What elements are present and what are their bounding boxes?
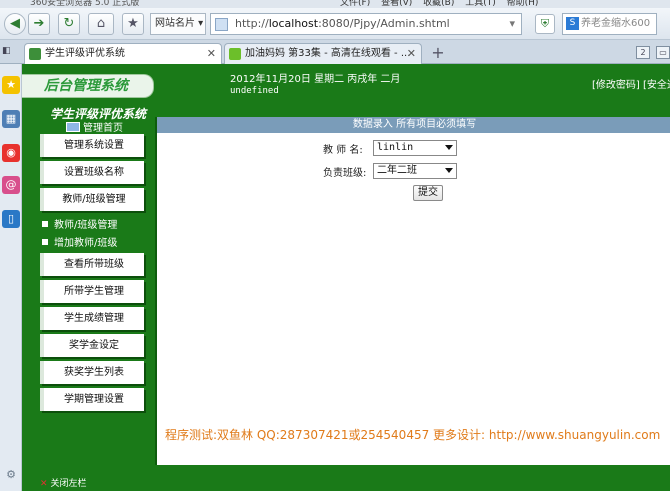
form-header: 数据录入 所有项目必须填写 [157,117,670,133]
sublink-label: 增加教师/班级 [54,238,118,249]
tab-video[interactable]: 加油妈妈 第33集 - 高清在线观看 - ... ✕ [224,43,422,64]
browser-sidebar: ★ ▦ ◉ @ ▯ ⚙ [0,64,22,491]
refresh-icon: ↻ [63,16,75,31]
app-grid-icon[interactable]: ▦ [2,110,20,128]
menu-help[interactable]: 帮助(H) [507,0,539,8]
tab-list-icon[interactable]: 2 [636,46,650,59]
monitor-icon [66,122,80,132]
home-link-label: 管理首页 [83,123,123,134]
browser-window: 360安全浏览器 5.0 正式版 文件(F) 查看(V) 收藏(B) 工具(T)… [0,0,670,491]
home-button[interactable]: ⌂ [88,13,114,35]
home-link[interactable]: 管理首页 [66,119,123,134]
address-dropdown-icon[interactable]: ▾ [509,14,515,34]
settings-gear-icon[interactable]: ⚙ [2,466,20,484]
tab-play-icon [229,48,241,60]
close-tab-icon[interactable]: ✕ [407,44,416,63]
dropdown-arrow-icon [445,145,453,150]
tab-label: 学生评级评优系统 [45,48,125,59]
search-engine-icon: S [566,17,579,30]
forward-button[interactable]: ➔ [28,13,50,35]
bullet-icon [42,239,48,245]
favorite-star-button[interactable]: ★ [122,13,144,35]
window-title: 360安全浏览器 5.0 正式版 [30,0,140,8]
sidebar-toggle-icon[interactable]: ◧ [2,46,16,59]
sublink-teacher-class-management[interactable]: 教师/班级管理 [42,216,117,231]
forward-arrow-icon: ➔ [33,16,45,31]
admin-brand-logo: 后台管理系统 [22,74,154,98]
menu-system-settings[interactable]: 管理系统设置 [40,134,144,157]
close-left-panel[interactable]: ✕ 关闭左栏 [40,476,87,489]
restore-tab-icon[interactable]: ▭ [656,46,670,59]
tab-active[interactable]: 学生评级评优系统 ✕ [24,43,222,64]
menu-scholarship-settings[interactable]: 奖学金设定 [40,334,144,357]
plus-icon: + [431,43,445,62]
class-value: 二年二班 [377,165,417,176]
back-arrow-icon: ◀ [10,16,20,31]
sublink-add-teacher-class[interactable]: 增加教师/班级 [42,234,117,249]
teacher-label: 教 师 名: [323,145,363,156]
star-icon: ★ [127,16,139,31]
mail-icon[interactable]: @ [2,176,20,194]
weibo-icon[interactable]: ◉ [2,144,20,162]
menu-teacher-class-management[interactable]: 教师/班级管理 [40,188,144,211]
menu-bar: 文件(F) 查看(V) 收藏(B) 工具(T) 帮助(H) [340,0,538,8]
browser-toolbar: ◀ ➔ ↻ ⌂ ★ 网站名片 ▾ http://localhost:8080/P… [0,8,670,40]
teacher-select[interactable]: linlin [373,140,457,156]
sublink-label: 教师/班级管理 [54,220,118,231]
home-icon: ⌂ [96,16,106,31]
menu-tools[interactable]: 工具(T) [465,0,496,8]
favorites-button[interactable]: 网站名片 ▾ [150,13,206,35]
safe-exit-link[interactable]: [安全退出] [643,80,670,91]
submit-button[interactable]: 提交 [413,185,443,201]
url-path: :8080/Pjpy/Admin.shtml [318,17,450,30]
close-tab-icon[interactable]: ✕ [207,44,216,63]
new-tab-button[interactable]: + [427,44,449,62]
shield-icon: ⛨ [540,17,550,30]
back-button[interactable]: ◀ [4,13,26,35]
class-label: 负责班级: [323,168,367,179]
url-host: localhost [268,17,319,30]
teacher-value: linlin [377,142,414,153]
top-links: [修改密码] [安全退出] [592,76,670,91]
favorites-label: 网站名片 [155,18,195,29]
menu-view-classes[interactable]: 查看所带班级 [40,253,144,276]
menu-set-class-names[interactable]: 设置班级名称 [40,161,144,184]
security-shield-button[interactable]: ⛨ [535,14,555,34]
undefined-text: undefined [230,86,279,96]
current-date: 2012年11月20日 星期二 丙戌年 二月 [230,74,401,85]
menu-favorites[interactable]: 收藏(B) [423,0,454,8]
search-placeholder: 养老金缩水600 [581,18,651,29]
url-prefix: http:// [235,17,269,30]
address-bar[interactable]: http://localhost:8080/Pjpy/Admin.shtml ▾ [210,13,522,35]
web-page: 后台管理系统 2012年11月20日 星期二 丙戌年 二月 undefined … [22,64,670,491]
favorites-star-icon[interactable]: ★ [2,76,20,94]
menu-file[interactable]: 文件(F) [340,0,370,8]
mobile-icon[interactable]: ▯ [2,210,20,228]
menu-grade-management[interactable]: 学生成绩管理 [40,307,144,330]
title-bar: 360安全浏览器 5.0 正式版 文件(F) 查看(V) 收藏(B) 工具(T)… [0,0,670,8]
refresh-button[interactable]: ↻ [58,13,80,35]
menu-student-management[interactable]: 所带学生管理 [40,280,144,303]
page-icon [215,18,228,31]
class-select[interactable]: 二年二班 [373,163,457,179]
close-left-label: 关闭左栏 [50,479,87,489]
tab-favicon [29,48,41,60]
menu-award-list[interactable]: 获奖学生列表 [40,361,144,384]
menu-semester-settings[interactable]: 学期管理设置 [40,388,144,411]
main-content: 数据录入 所有项目必须填写 教 师 名: linlin 负责班级: 二年二班 提… [155,117,670,465]
change-password-link[interactable]: [修改密码] [592,80,640,91]
dropdown-arrow-icon [445,168,453,173]
tab-label: 加油妈妈 第33集 - 高清在线观看 - ... [245,48,411,59]
close-x-icon: ✕ [40,479,48,489]
tab-bar: ◧ 学生评级评优系统 ✕ 加油妈妈 第33集 - 高清在线观看 - ... ✕ … [0,40,670,64]
menu-view[interactable]: 查看(V) [381,0,412,8]
search-box[interactable]: S 养老金缩水600 [562,13,657,35]
bullet-icon [42,221,48,227]
footer-credit: 程序测试:双鱼林 QQ:287307421或254540457 更多设计: ht… [165,428,661,442]
